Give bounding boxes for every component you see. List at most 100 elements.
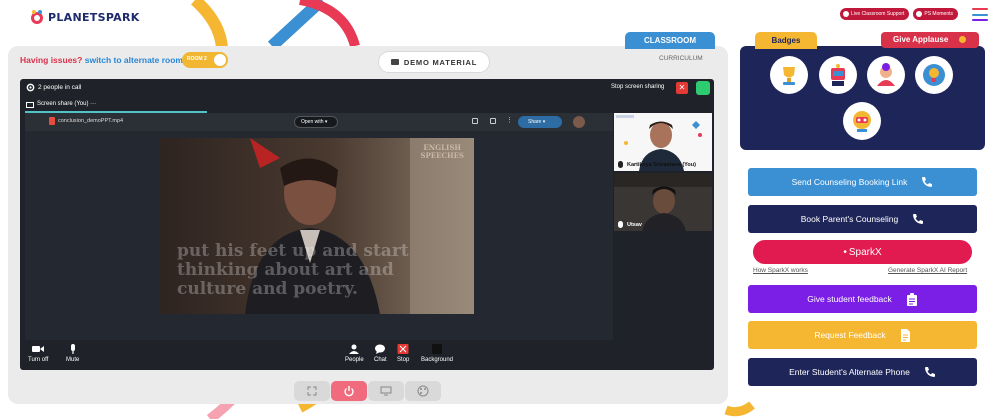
- badge-star-student[interactable]: [867, 56, 905, 94]
- more-options-icon[interactable]: ⋮: [506, 116, 513, 124]
- camera-icon: [32, 346, 45, 352]
- participant-name: Kartikeya Srivastava (You): [627, 162, 696, 168]
- demo-material-button[interactable]: DEMO MATERIAL: [378, 51, 490, 73]
- idea-icon: [923, 64, 945, 86]
- participant-name: Utsav: [627, 222, 642, 228]
- room-toggle-knob: [214, 54, 226, 66]
- demo-material-label: DEMO MATERIAL: [403, 57, 478, 67]
- end-class-button[interactable]: [331, 381, 367, 401]
- participant-tiles: Kartikeya Srivastava (You) Utsav: [614, 113, 712, 340]
- trophy-icon: [775, 61, 803, 89]
- screen-share-tab[interactable]: Screen share (You) ···: [25, 100, 207, 113]
- generate-sparkx-report-link[interactable]: Generate SparkX AI Report: [888, 267, 967, 274]
- meeting-top-bar: 2 people in call Stop screen sharing ✕: [20, 79, 714, 97]
- participant-tile[interactable]: Kartikeya Srivastava (You): [614, 113, 712, 171]
- download-icon[interactable]: [490, 118, 496, 124]
- fullscreen-button[interactable]: [294, 381, 330, 401]
- alternate-phone-label: Enter Student's Alternate Phone: [789, 367, 910, 377]
- people-icon: [349, 344, 360, 354]
- power-icon: [344, 386, 354, 397]
- send-counseling-label: Send Counseling Booking Link: [791, 177, 908, 187]
- avatar[interactable]: [573, 116, 585, 128]
- camera-icon: [916, 11, 923, 17]
- stop-share-icon: [397, 344, 409, 354]
- add-shortcut-icon[interactable]: [472, 118, 478, 124]
- share-button[interactable]: Share ▾: [518, 116, 562, 128]
- background-label: Background: [421, 357, 454, 363]
- stop-label: Stop: [397, 357, 410, 363]
- live-classroom-support-button[interactable]: Live Classroom Support: [840, 8, 910, 20]
- logo-mark-icon: [31, 10, 43, 24]
- page-root: PLANETSPARK Live Classroom Support PS Mo…: [0, 0, 1000, 419]
- sparkx-dot-icon: •: [843, 246, 847, 258]
- open-with-button[interactable]: Open with ▾: [294, 116, 338, 128]
- screen-share-toggle-button[interactable]: [368, 381, 404, 401]
- chat-button[interactable]: Chat: [374, 344, 387, 363]
- file-name: conclusion_demoPPT.mp4: [58, 118, 124, 124]
- give-applause-button[interactable]: Give Applause: [881, 32, 979, 48]
- give-applause-label: Give Applause: [893, 35, 949, 44]
- issues-text: Having issues?: [20, 55, 83, 65]
- issues-notice: Having issues? switch to alternate room: [20, 55, 183, 65]
- switch-room-link[interactable]: switch to alternate room: [85, 55, 183, 65]
- stop-sharing-label: Stop screen sharing: [611, 84, 665, 90]
- document-icon: [900, 328, 910, 342]
- give-student-feedback-button[interactable]: Give student feedback: [748, 285, 977, 313]
- ps-moments-label: PS Moments: [924, 11, 953, 17]
- background-icon: [432, 344, 443, 354]
- book-parent-label: Book Parent's Counseling: [800, 214, 899, 224]
- palette-icon: [417, 385, 429, 397]
- microphone-icon: [618, 161, 623, 168]
- participant-tile[interactable]: Utsav: [614, 173, 712, 231]
- mute-label: Mute: [66, 357, 80, 363]
- badge-trophy[interactable]: [770, 56, 808, 94]
- folder-icon: [390, 59, 399, 65]
- top-pill-group: Live Classroom Support PS Moments: [840, 8, 958, 20]
- stop-sharing-button[interactable]: ✕: [676, 82, 688, 94]
- layout-toggle-button[interactable]: [696, 81, 710, 95]
- phone-icon: [913, 214, 924, 224]
- meeting-window: 2 people in call Stop screen sharing ✕ S…: [20, 79, 714, 370]
- ps-moments-button[interactable]: PS Moments: [913, 8, 958, 20]
- whiteboard-button[interactable]: [405, 381, 441, 401]
- gear-icon[interactable]: [26, 83, 35, 92]
- request-feedback-label: Request Feedback: [814, 330, 886, 340]
- room-toggle[interactable]: ROOM 2: [182, 52, 228, 68]
- turn-off-camera-button[interactable]: Turn off: [28, 344, 48, 363]
- microphone-icon: [618, 221, 623, 228]
- microphone-icon: [70, 344, 75, 354]
- send-counseling-link-button[interactable]: Send Counseling Booking Link: [748, 168, 977, 196]
- background-button[interactable]: Background: [421, 344, 453, 363]
- video-player[interactable]: ENGLISH SPEECHES put his feet up and sta…: [160, 138, 474, 314]
- phone-icon: [922, 177, 933, 187]
- badge-robot[interactable]: [819, 56, 857, 94]
- people-label: People: [345, 357, 364, 363]
- tab-classroom[interactable]: CLASSROOM: [625, 32, 715, 49]
- tab-curriculum[interactable]: CURRICULUM: [659, 55, 703, 62]
- sparkx-label: SparkX: [848, 246, 882, 258]
- shared-screen: conclusion_demoPPT.mp4 Open with ▾ ⋮ Sha…: [25, 113, 613, 340]
- planetspark-logo[interactable]: PLANETSPARK: [30, 9, 140, 25]
- robot-icon: [831, 64, 845, 86]
- fullscreen-icon: [307, 386, 317, 396]
- hamburger-menu-icon[interactable]: [972, 8, 988, 21]
- people-button[interactable]: People: [345, 344, 364, 363]
- phone-icon: [924, 367, 935, 377]
- request-feedback-button[interactable]: Request Feedback: [748, 321, 977, 349]
- turn-off-label: Turn off: [28, 357, 49, 363]
- drive-viewer-header: conclusion_demoPPT.mp4 Open with ▾ ⋮ Sha…: [25, 113, 613, 131]
- badge-idea[interactable]: [915, 56, 953, 94]
- sparkx-button[interactable]: • SparkX: [753, 240, 972, 264]
- mute-button[interactable]: Mute: [66, 344, 79, 363]
- monitor-icon: [26, 102, 34, 108]
- stop-share-control-button[interactable]: Stop: [397, 344, 409, 363]
- clipboard-icon: [906, 292, 917, 306]
- english-speeches-brand: ENGLISH SPEECHES: [420, 143, 464, 160]
- alternate-phone-button[interactable]: Enter Student's Alternate Phone: [748, 358, 977, 386]
- how-sparkx-works-link[interactable]: How SparkX works: [753, 267, 808, 274]
- star-student-icon: [877, 63, 895, 86]
- book-parent-counseling-button[interactable]: Book Parent's Counseling: [748, 205, 977, 233]
- badge-bot-helper[interactable]: [843, 102, 881, 140]
- bot-helper-icon: [853, 111, 871, 132]
- tab-badges[interactable]: Badges: [755, 32, 817, 49]
